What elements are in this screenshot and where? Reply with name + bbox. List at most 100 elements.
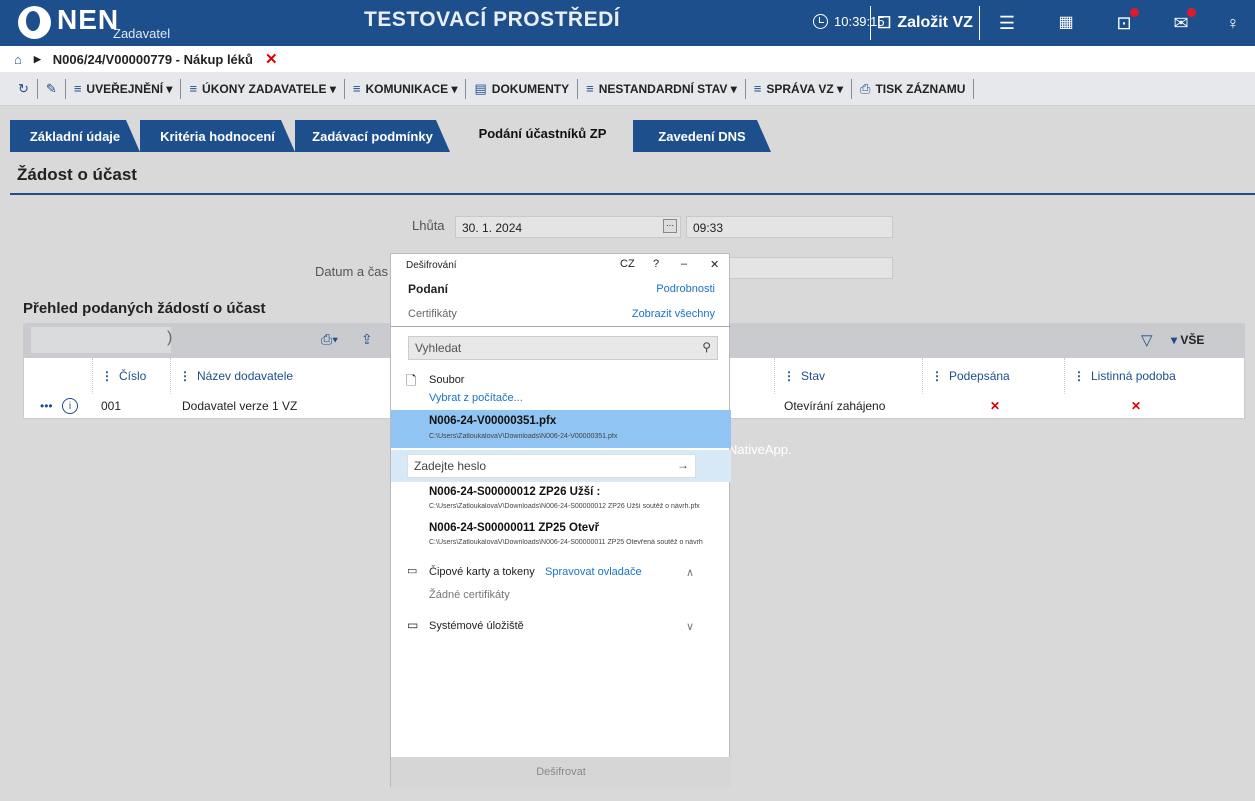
brand-subtitle: Zadavatel: [113, 26, 171, 41]
grid-search-input[interactable]: ): [31, 327, 172, 353]
file-icon: 🗋: [406, 373, 417, 388]
file-section-label: Soubor: [429, 374, 465, 386]
column-header-number[interactable]: ⋮ Číslo: [92, 358, 166, 394]
manage-drivers-link[interactable]: Spravovat ovladače: [545, 566, 642, 578]
list-icon: ≡: [352, 81, 361, 96]
submit-arrow-icon[interactable]: →: [677, 458, 689, 472]
deadline-label: Lhůta: [412, 218, 445, 233]
inbox-icon[interactable]: ⊡: [1113, 8, 1139, 34]
decrypt-button[interactable]: Dešifrovat: [391, 757, 731, 788]
certificate-search-input[interactable]: Vyhledat ⚲: [408, 336, 718, 360]
section-divider: [10, 193, 1255, 195]
datetime-label: Datum a čas: [315, 264, 388, 279]
row-paper-cross-icon: ✕: [1131, 399, 1142, 413]
certificates-label: Certifikáty: [408, 308, 457, 320]
toolbar-publication[interactable]: ≡ UVEŘEJNĚNÍ ▾: [66, 78, 182, 99]
column-header-signed[interactable]: ⋮ Podepsána: [922, 358, 1062, 394]
calculator-icon[interactable]: ▦: [1055, 12, 1077, 34]
deadline-time-field[interactable]: 09:33: [686, 216, 893, 238]
column-header-status[interactable]: ⋮ Stav: [774, 358, 924, 394]
tab-evaluation-criteria[interactable]: Kritéria hodnocení: [140, 120, 295, 152]
no-certificates-text: Žádné certifikáty: [429, 589, 510, 601]
toolbar-nonstandard-state[interactable]: ≡ NESTANDARDNÍ STAV ▾: [578, 78, 746, 99]
nen-logo-icon: [18, 6, 51, 39]
tab-submissions[interactable]: Podání účastníků ZP: [455, 118, 630, 152]
row-supplier: Dodavatel verze 1 VZ: [182, 399, 298, 413]
column-header-paper[interactable]: ⋮ Listinná podoba: [1064, 358, 1204, 394]
password-row: Zadejte heslo →: [391, 450, 731, 482]
close-icon[interactable]: ✕: [710, 258, 719, 271]
inbox-notification-dot: [1130, 8, 1139, 17]
file-name: N006-24-S00000011 ZP25 Otevř: [429, 522, 600, 534]
mail-icon[interactable]: ✉: [1170, 8, 1196, 34]
list-icon: ≡: [586, 81, 594, 96]
smartcard-icon: ▭: [407, 565, 418, 577]
toolbar-print-record[interactable]: ⎙ TISK ZÁZNAMU: [852, 78, 975, 99]
refresh-button[interactable]: ↻: [10, 78, 38, 99]
row-info-icon[interactable]: i: [62, 398, 78, 414]
breadcrumb: ⌂ ▶ N006/24/V00000779 - Nákup léků ✕: [0, 46, 1255, 72]
file-path: C:\Users\ZatloukalovaV\Downloads\N006-24…: [429, 539, 703, 546]
tab-basic-info[interactable]: Základní údaje: [10, 120, 140, 152]
selected-file-item[interactable]: N006-24-V00000351.pfx C:\Users\Zatloukal…: [391, 410, 731, 448]
chevron-down-icon[interactable]: ∨: [686, 620, 694, 633]
datetime-field[interactable]: [729, 257, 893, 279]
tab-bar: Základní údaje Kritéria hodnocení Zadáva…: [0, 106, 1255, 152]
toolbar-communication[interactable]: ≡ KOMUNIKACE ▾: [345, 78, 467, 99]
document-icon: ▤: [474, 80, 487, 96]
section-title: Žádost o účast: [17, 165, 137, 184]
menu-icon[interactable]: ☰: [996, 12, 1018, 34]
close-record-icon[interactable]: ✕: [265, 50, 278, 68]
decrypt-dialog: Dešifrování CZ ? – ✕ Podaní Podrobnosti …: [390, 253, 731, 788]
file-name: N006-24-S00000012 ZP26 Užší :: [429, 486, 601, 498]
monitor-icon: ▭: [407, 618, 419, 632]
printer-icon: ⎙: [860, 80, 871, 96]
environment-title: TESTOVACÍ PROSTŘEDÍ: [364, 8, 621, 31]
column-header-supplier[interactable]: ⋮ Název dodavatele: [170, 358, 390, 394]
toolbar-actions[interactable]: ≡ ÚKONY ZADAVATELE ▾: [181, 78, 345, 99]
edit-button[interactable]: ✎: [38, 78, 66, 99]
file-path: C:\Users\ZatloukalovaV\Downloads\N006-24…: [429, 503, 700, 510]
list-title: Přehled podaných žádostí o účast: [23, 300, 266, 317]
help-icon[interactable]: ?: [653, 258, 659, 270]
password-input[interactable]: Zadejte heslo →: [407, 454, 696, 478]
tab-tender-conditions[interactable]: Zadávací podmínky: [295, 120, 450, 152]
grid-print-icon[interactable]: ⎙▾: [321, 331, 338, 348]
grid-export-icon[interactable]: ⇪: [361, 331, 373, 348]
user-icon[interactable]: ♀: [1222, 12, 1244, 34]
clock-icon: [813, 14, 828, 29]
top-bar: NEN Zadavatel TESTOVACÍ PROSTŘEDÍ 10:39:…: [0, 0, 1255, 46]
chevron-up-icon[interactable]: ∧: [686, 566, 694, 579]
smartcards-label: Čipové karty a tokeny: [429, 566, 535, 578]
dialog-title: Dešifrování: [406, 260, 457, 271]
create-contract-label: Založit VZ: [897, 14, 973, 31]
tab-dns[interactable]: Zavedení DNS: [633, 120, 771, 152]
refresh-icon: ↻: [18, 80, 29, 96]
pick-file-link[interactable]: Vybrat z počítače...: [429, 392, 523, 404]
mail-notification-dot: [1187, 8, 1196, 17]
brand-name: NEN: [57, 4, 120, 35]
row-more-icon[interactable]: •••: [32, 394, 53, 418]
list-icon: ≡: [753, 81, 762, 96]
toolbar-management[interactable]: ≡ SPRÁVA VZ ▾: [746, 78, 853, 99]
search-icon: ⚲: [702, 340, 711, 354]
edit-icon: ☐: [877, 15, 892, 32]
filter-icon[interactable]: ▽: [1141, 331, 1153, 349]
row-status: Otevírání zahájeno: [784, 399, 886, 413]
breadcrumb-arrow-icon: ▶: [33, 53, 41, 64]
show-all-link[interactable]: Zobrazit všechny: [632, 308, 715, 320]
deadline-date-field[interactable]: 30. 1. 2024: [455, 216, 681, 238]
toolbar-documents[interactable]: ▤ DOKUMENTY: [466, 78, 579, 99]
details-link[interactable]: Podrobnosti: [656, 283, 715, 295]
calendar-icon[interactable]: ⋯: [663, 219, 677, 233]
filter-all-dropdown[interactable]: ▾ VŠE: [1171, 333, 1204, 347]
breadcrumb-title[interactable]: N006/24/V00000779 - Nákup léků: [53, 52, 253, 67]
dialog-subtitle: Podaní: [408, 282, 449, 296]
home-icon[interactable]: ⌂: [14, 52, 22, 67]
row-number: 001: [101, 399, 122, 413]
minimize-icon[interactable]: –: [681, 258, 687, 270]
row-signed-cross-icon: ✕: [990, 399, 1001, 413]
create-contract-button[interactable]: ☐ Založit VZ: [870, 6, 980, 40]
list-icon: ≡: [73, 81, 82, 96]
language-switch[interactable]: CZ: [620, 258, 635, 270]
